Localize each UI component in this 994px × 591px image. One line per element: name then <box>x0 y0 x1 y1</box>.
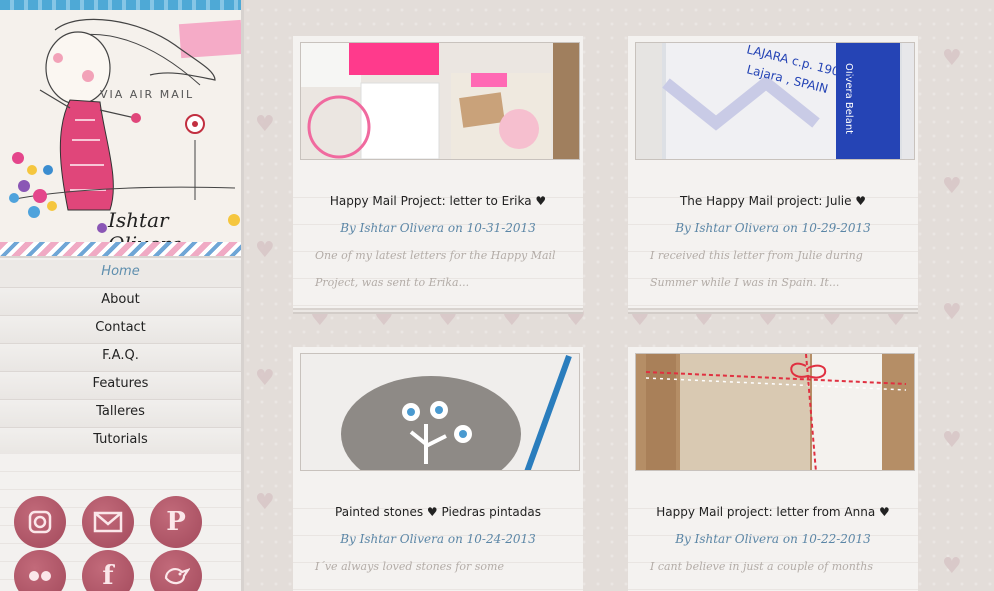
post-excerpt: One of my latest letters for the Happy M… <box>315 242 561 296</box>
heart-decoration-icon: ♥ <box>942 554 962 579</box>
heart-decoration-icon: ♥ <box>758 306 778 331</box>
instagram-icon[interactable] <box>14 496 66 548</box>
post-byline[interactable]: By Ishtar Olivera on 10-31-2013 <box>293 221 583 235</box>
heart-decoration-icon: ♥ <box>255 366 275 391</box>
heart-decoration-icon: ♥ <box>694 306 714 331</box>
heart-decoration-icon: ♥ <box>630 306 650 331</box>
heart-decoration-icon: ♥ <box>566 306 586 331</box>
nav-item-faq[interactable]: F.A.Q. <box>0 344 241 372</box>
post-card: Olivera Belant LAJARA c.p. 19002 Lajara … <box>628 36 918 308</box>
heart-decoration-icon: ♥ <box>438 306 458 331</box>
blog-header-illustration[interactable]: VIA AIR MAIL Ishtar Olivera <box>0 0 241 258</box>
washi-tape-bottom <box>0 242 241 256</box>
post-excerpt-line: Summer while I was in Spain. It... <box>650 276 840 289</box>
heart-decoration-icon: ♥ <box>255 490 275 515</box>
nav-item-home[interactable]: Home <box>0 260 241 288</box>
post-title[interactable]: The Happy Mail project: Julie ♥ <box>628 194 918 208</box>
heart-decoration-icon: ♥ <box>502 306 522 331</box>
post-excerpt-line: Project, was sent to Erika... <box>315 276 470 289</box>
heart-decoration-icon: ♥ <box>942 174 962 199</box>
sidebar: VIA AIR MAIL Ishtar Olivera Home About C… <box>0 0 244 591</box>
heart-decoration-icon: ♥ <box>822 306 842 331</box>
heart-decoration-icon: ♥ <box>374 306 394 331</box>
post-excerpt: I received this letter from Julie during… <box>650 242 896 296</box>
flickr-icon[interactable] <box>14 550 66 591</box>
via-air-mail-text: VIA AIR MAIL <box>100 88 195 101</box>
post-byline[interactable]: By Ishtar Olivera on 10-24-2013 <box>293 532 583 546</box>
post-thumbnail[interactable] <box>300 353 580 471</box>
post-excerpt-line: I received this letter from Julie during <box>650 249 863 262</box>
nav-item-tutorials[interactable]: Tutorials <box>0 428 241 456</box>
heart-decoration-icon: ♥ <box>942 300 962 325</box>
post-excerpt-line: I´ve always loved stones for some <box>315 560 504 573</box>
post-thumbnail[interactable]: Olivera Belant LAJARA c.p. 19002 Lajara … <box>635 42 915 160</box>
post-card: Happy Mail project: letter from Anna ♥ B… <box>628 347 918 591</box>
post-excerpt: I´ve always loved stones for some <box>315 553 561 580</box>
mail-icon[interactable] <box>82 496 134 548</box>
post-thumbnail[interactable] <box>300 42 580 160</box>
post-title[interactable]: Painted stones ♥ Piedras pintadas <box>293 505 583 519</box>
nav-item-talleres[interactable]: Talleres <box>0 400 241 428</box>
post-excerpt-line: One of my latest letters for the Happy M… <box>315 249 556 262</box>
heart-decoration-icon: ♥ <box>886 306 906 331</box>
post-card: Painted stones ♥ Piedras pintadas By Ish… <box>293 347 583 591</box>
heart-decoration-icon: ♥ <box>310 306 330 331</box>
post-excerpt-line: I cant believe in just a couple of month… <box>650 560 874 573</box>
nav-item-features[interactable]: Features <box>0 372 241 400</box>
post-card: Happy Mail Project: letter to Erika ♥ By… <box>293 36 583 308</box>
post-thumbnail[interactable] <box>635 353 915 471</box>
heart-decoration-icon: ♥ <box>255 238 275 263</box>
pinterest-icon[interactable]: P <box>150 496 202 548</box>
main-navigation: Home About Contact F.A.Q. Features Talle… <box>0 260 241 456</box>
bird-icon[interactable] <box>150 550 202 591</box>
post-excerpt: I cant believe in just a couple of month… <box>650 553 896 580</box>
post-byline[interactable]: By Ishtar Olivera on 10-29-2013 <box>628 221 918 235</box>
nav-item-about[interactable]: About <box>0 288 241 316</box>
facebook-icon[interactable]: f <box>82 550 134 591</box>
heart-decoration-icon: ♥ <box>942 46 962 71</box>
heart-decoration-icon: ♥ <box>942 428 962 453</box>
heart-decoration-icon: ♥ <box>255 112 275 137</box>
post-title[interactable]: Happy Mail project: letter from Anna ♥ <box>628 505 918 519</box>
post-title[interactable]: Happy Mail Project: letter to Erika ♥ <box>293 194 583 208</box>
post-byline[interactable]: By Ishtar Olivera on 10-22-2013 <box>628 532 918 546</box>
nav-item-contact[interactable]: Contact <box>0 316 241 344</box>
social-links: P f <box>0 454 241 591</box>
